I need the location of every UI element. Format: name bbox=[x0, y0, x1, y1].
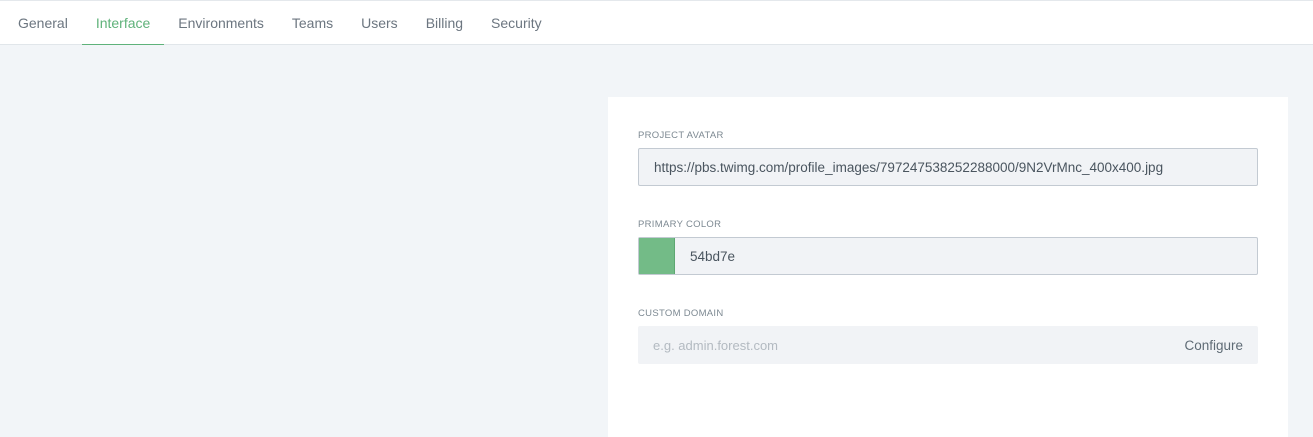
primary-color-input[interactable]: 54bd7e bbox=[638, 237, 1258, 275]
tab-users[interactable]: Users bbox=[347, 1, 412, 44]
tab-list: General Interface Environments Teams Use… bbox=[0, 1, 1313, 45]
custom-domain-input[interactable]: e.g. admin.forest.com Configure bbox=[638, 326, 1258, 364]
project-avatar-value: https://pbs.twimg.com/profile_images/797… bbox=[654, 159, 1164, 175]
project-avatar-input[interactable]: https://pbs.twimg.com/profile_images/797… bbox=[638, 148, 1258, 186]
primary-color-value: 54bd7e bbox=[690, 248, 736, 264]
custom-domain-placeholder: e.g. admin.forest.com bbox=[653, 337, 778, 353]
tab-interface[interactable]: Interface bbox=[81, 1, 165, 45]
primary-color-label: PRIMARY COLOR bbox=[638, 219, 722, 230]
tab-general[interactable]: General bbox=[4, 1, 82, 44]
tab-billing[interactable]: Billing bbox=[412, 1, 477, 44]
tab-teams[interactable]: Teams bbox=[278, 1, 347, 44]
configure-button[interactable]: Configure bbox=[1184, 338, 1258, 353]
tab-security[interactable]: Security bbox=[477, 1, 556, 44]
color-swatch[interactable] bbox=[639, 238, 675, 274]
project-avatar-label: PROJECT AVATAR bbox=[638, 130, 724, 141]
settings-tab-bar: General Interface Environments Teams Use… bbox=[0, 0, 1313, 45]
custom-domain-label: CUSTOM DOMAIN bbox=[638, 308, 724, 319]
tab-environments[interactable]: Environments bbox=[164, 1, 278, 44]
interface-settings-panel: PROJECT AVATAR https://pbs.twimg.com/pro… bbox=[608, 97, 1288, 437]
